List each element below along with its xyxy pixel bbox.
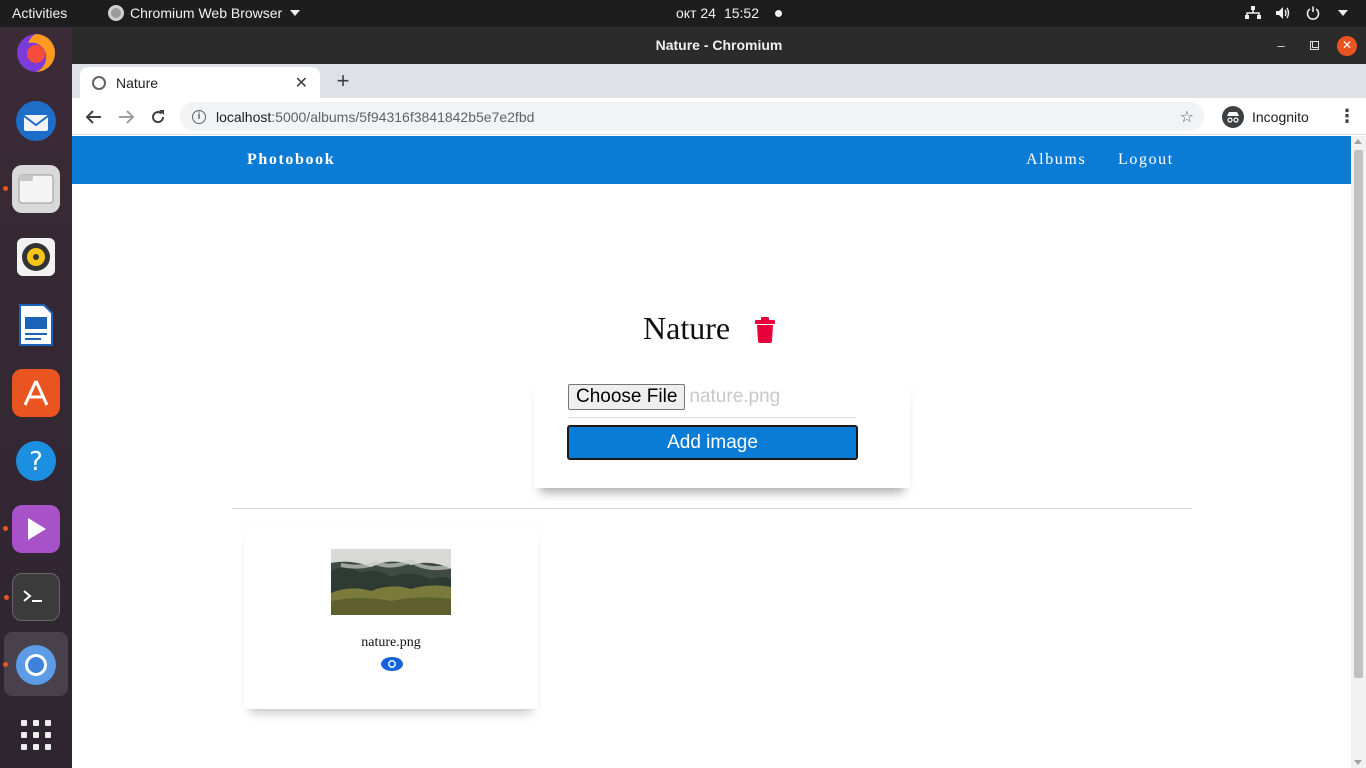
tab-close-icon[interactable]: ✕ (295, 73, 308, 93)
clock-date: окт 24 (676, 5, 716, 21)
tab-title: Nature (116, 74, 159, 91)
reload-icon[interactable] (146, 105, 170, 129)
libreoffice-writer-icon[interactable] (12, 301, 60, 349)
help-icon[interactable]: ? (12, 437, 60, 485)
app-menu-label: Chromium Web Browser (130, 5, 283, 21)
scroll-up-icon[interactable] (1354, 139, 1362, 144)
clock[interactable]: окт 24 15:52 (676, 5, 782, 21)
new-tab-button[interactable]: + (330, 69, 356, 95)
thunderbird-icon[interactable] (12, 97, 60, 145)
site-info-icon[interactable]: i (192, 109, 206, 124)
show-applications-icon[interactable] (12, 711, 60, 759)
running-indicator (3, 186, 8, 191)
tab-strip: Nature ✕ + (72, 64, 1366, 98)
site-navbar: Photobook Albums Logout (72, 136, 1351, 184)
bookmark-star-icon[interactable]: ☆ (1180, 107, 1194, 127)
window-titlebar: Nature - Chromium – ✕ (72, 27, 1366, 64)
close-icon: ✕ (1337, 35, 1357, 56)
more-menu-icon[interactable]: ⋮ (1338, 106, 1356, 127)
scrollbar-thumb[interactable] (1354, 150, 1363, 678)
system-menu-caret-icon (1334, 4, 1352, 22)
image-name: nature.png (361, 635, 421, 650)
choose-file-button[interactable]: Choose File (568, 384, 686, 410)
nav-link-logout[interactable]: Logout (1118, 151, 1174, 169)
running-indicator (3, 662, 8, 667)
clock-time: 15:52 (723, 5, 759, 21)
running-indicator (4, 595, 9, 600)
browser-toolbar: i localhost:5000/albums/5f94316f3841842b… (72, 98, 1366, 135)
activities-button[interactable]: Activities (12, 5, 67, 21)
brand-link[interactable]: Photobook (247, 151, 335, 169)
view-eye-icon[interactable] (381, 657, 403, 671)
tab-nature[interactable]: Nature ✕ (80, 67, 320, 98)
image-card: nature.png (244, 526, 538, 709)
notification-dot-icon (775, 9, 782, 17)
svg-text:?: ? (29, 447, 43, 477)
upload-form: Choose File nature.png Add image (534, 376, 910, 488)
rhythmbox-icon[interactable] (12, 233, 60, 281)
section-divider (232, 508, 1192, 509)
browser-window: Nature - Chromium – ✕ Nature ✕ + i local… (72, 27, 1366, 768)
scroll-down-icon[interactable] (1354, 760, 1362, 765)
firefox-icon[interactable] (12, 29, 60, 77)
chromium-icon[interactable] (3, 641, 60, 689)
close-window-button[interactable]: ✕ (1332, 27, 1362, 64)
url-host: localhost (216, 108, 272, 125)
file-input[interactable]: Choose File nature.png (568, 384, 856, 418)
maximize-icon[interactable] (1299, 27, 1329, 64)
window-title: Nature - Chromium (655, 37, 783, 53)
incognito-icon (1222, 105, 1244, 128)
add-image-button[interactable]: Add image (567, 425, 858, 460)
page-scrollbar[interactable] (1351, 136, 1366, 768)
system-tray[interactable] (1244, 4, 1352, 22)
system-top-bar: Activities Chromium Web Browser окт 24 1… (0, 0, 1366, 27)
minimize-icon[interactable]: – (1266, 27, 1296, 64)
url-path: :5000/albums/5f94316f3841842b5e7e2fbd (271, 108, 535, 125)
ubuntu-software-icon[interactable] (12, 369, 60, 417)
dock: ? (0, 27, 72, 768)
app-menu[interactable]: Chromium Web Browser (108, 5, 301, 21)
incognito-label: Incognito (1252, 108, 1309, 125)
globe-icon (92, 75, 106, 90)
videos-icon[interactable] (3, 505, 60, 553)
incognito-indicator[interactable]: Incognito (1218, 102, 1319, 131)
chromium-app-icon (108, 5, 124, 21)
running-indicator (3, 526, 8, 531)
album-title: Nature (643, 310, 731, 346)
image-thumbnail[interactable] (331, 549, 451, 615)
power-icon (1304, 4, 1322, 22)
address-bar[interactable]: i localhost:5000/albums/5f94316f3841842b… (180, 102, 1204, 131)
selected-file-name: nature.png (689, 386, 781, 407)
network-icon (1244, 4, 1262, 22)
files-icon[interactable] (3, 165, 60, 213)
back-icon[interactable] (82, 105, 106, 129)
volume-icon (1274, 4, 1292, 22)
nav-link-albums[interactable]: Albums (1026, 151, 1086, 169)
caret-down-icon (290, 10, 301, 16)
forward-icon[interactable] (114, 105, 138, 129)
delete-album-trash-icon[interactable] (754, 317, 776, 343)
page-viewport: Photobook Albums Logout Nature Choose Fi… (72, 136, 1366, 768)
terminal-icon[interactable] (4, 573, 60, 621)
